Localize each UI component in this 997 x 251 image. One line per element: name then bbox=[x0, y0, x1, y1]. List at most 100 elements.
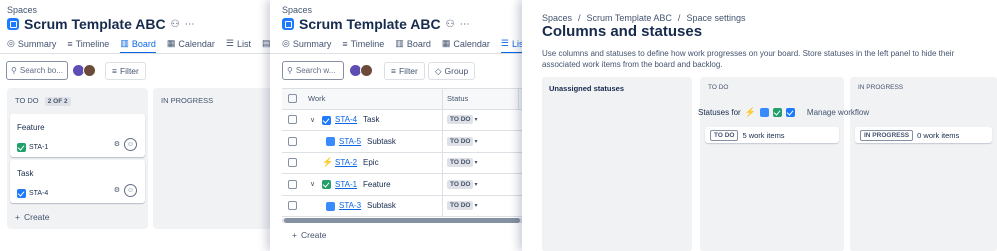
breadcrumb[interactable]: Spaces bbox=[282, 5, 312, 15]
board-card[interactable]: Feature STA-1 ⚙ ☺ bbox=[10, 114, 145, 157]
select-all-checkbox[interactable] bbox=[288, 94, 297, 104]
tab-lis[interactable]: ☰ Lis bbox=[500, 38, 524, 54]
subtask-icon bbox=[759, 108, 769, 117]
work-item-summary[interactable]: Subtask bbox=[367, 201, 396, 210]
work-item-key[interactable]: STA-1 bbox=[335, 180, 357, 189]
tab-label: Timeline bbox=[75, 38, 110, 49]
table-row[interactable]: ∨ STA-4 Task TO DO ▾ bbox=[282, 109, 528, 131]
tab-board[interactable]: ▥ Board bbox=[120, 38, 156, 54]
scrollbar-thumb[interactable] bbox=[284, 218, 520, 223]
card-key[interactable]: STA-1 bbox=[17, 143, 48, 152]
status-dropdown[interactable]: TO DO ▾ bbox=[447, 158, 477, 168]
breadcrumb-item[interactable]: Scrum Template ABC bbox=[587, 13, 672, 23]
avatar[interactable] bbox=[83, 64, 96, 77]
work-item-key[interactable]: STA-2 bbox=[335, 158, 357, 167]
column-count: 2 OF 2 bbox=[44, 97, 71, 106]
search-placeholder: Search w... bbox=[295, 66, 336, 75]
more-icon[interactable]: ⋯ bbox=[460, 19, 470, 30]
horizontal-scrollbar[interactable] bbox=[282, 218, 528, 223]
row-checkbox[interactable] bbox=[288, 136, 297, 146]
status-lozenge: IN PROGRESS bbox=[860, 129, 914, 141]
tab-label: Board bbox=[406, 38, 431, 49]
filter-button[interactable]: ≡ Filter bbox=[384, 62, 425, 80]
column-name: IN PROGRESS bbox=[161, 96, 214, 105]
row-checkbox[interactable] bbox=[288, 179, 297, 189]
status-card[interactable]: IN PROGRESS 0 work items bbox=[855, 127, 992, 143]
board-icon: ▥ bbox=[120, 38, 129, 48]
table-row[interactable]: STA-3 Subtask TO DO ▾ bbox=[282, 195, 528, 217]
status-card[interactable]: TO DO 5 work items bbox=[705, 127, 839, 143]
statuses-for-label: Statuses for bbox=[698, 108, 741, 117]
card-title: Task bbox=[17, 169, 34, 178]
search-icon: ⚲ bbox=[11, 66, 17, 75]
filter-button[interactable]: ≡ Filter bbox=[105, 62, 146, 80]
breadcrumb[interactable]: Spaces bbox=[7, 5, 37, 15]
create-label: Create bbox=[23, 212, 50, 222]
search-placeholder: Search bo... bbox=[19, 66, 63, 75]
search-input[interactable]: ⚲ Search bo... bbox=[6, 61, 68, 80]
unassigned-avatar-icon[interactable]: ☺ bbox=[124, 184, 137, 197]
team-icon[interactable]: ⚇ bbox=[446, 19, 455, 30]
card-key[interactable]: STA-4 bbox=[17, 189, 48, 198]
board-icon: ▥ bbox=[395, 38, 404, 48]
status-count: 5 work items bbox=[742, 130, 785, 140]
board-panel: Spaces Scrum Template ABC ⚇ ⋯ ◎ Summary ≡ T… bbox=[0, 0, 276, 251]
list-icon: ☰ bbox=[500, 38, 509, 48]
column-divider bbox=[442, 174, 443, 195]
avatar[interactable] bbox=[360, 64, 373, 77]
tab-list[interactable]: ☰ List bbox=[226, 38, 251, 54]
plus-icon: + bbox=[292, 230, 297, 240]
search-input[interactable]: ⚲ Search w... bbox=[282, 61, 344, 80]
work-item-key[interactable]: STA-5 bbox=[339, 137, 361, 146]
work-item-key[interactable]: STA-4 bbox=[335, 115, 357, 124]
group-button[interactable]: ◇ Group bbox=[428, 62, 476, 80]
work-item-key[interactable]: STA-3 bbox=[339, 201, 361, 210]
board-column-in-progress: IN PROGRESS bbox=[153, 88, 276, 229]
expand-chevron-icon[interactable]: ∨ bbox=[310, 180, 315, 188]
team-icon[interactable]: ⚇ bbox=[171, 19, 180, 30]
tab-timeline[interactable]: ≡ Timeline bbox=[342, 38, 384, 54]
tab-calendar[interactable]: ▦ Calendar bbox=[167, 38, 215, 54]
work-item-summary[interactable]: Subtask bbox=[367, 137, 396, 146]
status-dropdown[interactable]: TO DO ▾ bbox=[447, 115, 477, 125]
status-dropdown[interactable]: TO DO ▾ bbox=[447, 201, 477, 211]
breadcrumb-separator: / bbox=[677, 13, 681, 23]
status-dropdown[interactable]: TO DO ▾ bbox=[447, 179, 477, 189]
tab-board[interactable]: ▥ Board bbox=[395, 38, 431, 54]
status-lozenge: TO DO bbox=[710, 129, 739, 141]
tab-label: Calendar bbox=[453, 38, 490, 49]
table-row[interactable]: ∨ STA-1 Feature TO DO ▾ bbox=[282, 174, 528, 196]
row-checkbox[interactable] bbox=[288, 115, 297, 125]
tab-timeline[interactable]: ≡ Timeline bbox=[67, 38, 109, 54]
table-row[interactable]: ⚡ STA-2 Epic TO DO ▾ bbox=[282, 152, 528, 174]
status-lozenge: TO DO bbox=[447, 201, 474, 211]
breadcrumb-separator: / bbox=[578, 13, 581, 23]
board-column-todo: TO DO 2 OF 2 Feature STA-1 ⚙ ☺ Task STA-… bbox=[7, 88, 148, 229]
work-item-summary[interactable]: Task bbox=[363, 115, 379, 124]
work-item-summary[interactable]: Epic bbox=[363, 158, 379, 167]
status-lozenge: TO DO bbox=[447, 115, 474, 125]
page-title: Scrum Template ABC bbox=[299, 16, 441, 32]
table-row[interactable]: STA-5 Subtask TO DO ▾ bbox=[282, 131, 528, 153]
hierarchy-icon: ⚙ bbox=[113, 187, 120, 194]
status-dropdown[interactable]: TO DO ▾ bbox=[447, 136, 477, 146]
tab-summary[interactable]: ◎ Summary bbox=[7, 38, 56, 54]
page-title: Scrum Template ABC bbox=[24, 16, 166, 32]
row-checkbox[interactable] bbox=[288, 158, 297, 168]
unassigned-avatar-icon[interactable]: ☺ bbox=[124, 138, 137, 151]
group-label: Group bbox=[444, 66, 469, 76]
expand-chevron-icon[interactable]: ∨ bbox=[310, 116, 315, 124]
tab-calendar[interactable]: ▦ Calendar bbox=[442, 38, 490, 54]
board-card[interactable]: Task STA-4 ⚙ ☺ bbox=[10, 160, 145, 203]
epic-icon: ⚡ bbox=[322, 156, 334, 167]
manage-workflow-link[interactable]: Manage workflow bbox=[807, 108, 869, 117]
column-divider bbox=[442, 195, 443, 217]
work-item-summary[interactable]: Feature bbox=[363, 180, 391, 189]
tab-summary[interactable]: ◎ Summary bbox=[282, 38, 331, 54]
create-button[interactable]: + Create bbox=[15, 212, 49, 222]
row-checkbox[interactable] bbox=[288, 201, 297, 211]
breadcrumb-item[interactable]: Space settings bbox=[686, 13, 745, 23]
more-icon[interactable]: ⋯ bbox=[185, 19, 195, 30]
breadcrumb-item[interactable]: Spaces bbox=[542, 13, 572, 23]
create-button[interactable]: + Create bbox=[292, 230, 326, 240]
